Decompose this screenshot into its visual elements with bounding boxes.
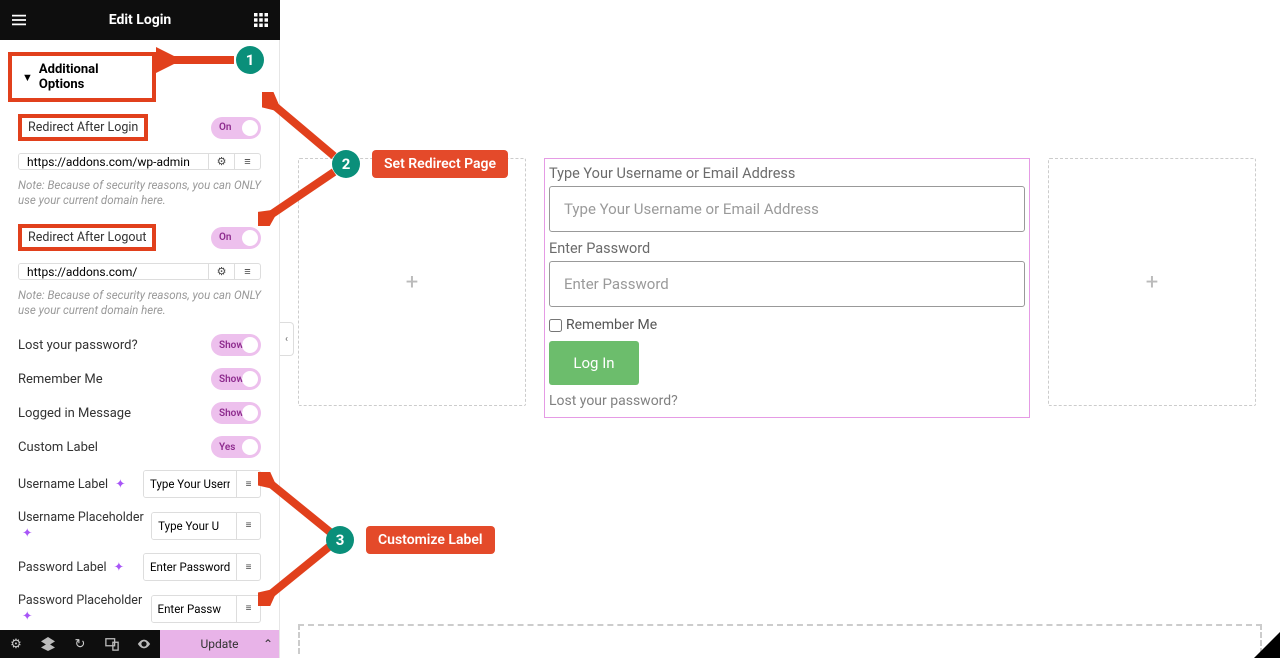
collapse-panel-button[interactable]: ‹: [280, 322, 294, 356]
redirect-logout-url-input[interactable]: [19, 264, 208, 279]
dynamic-icon[interactable]: ≡: [234, 154, 260, 169]
remember-me-label: Remember Me: [18, 372, 103, 387]
gear-icon[interactable]: ⚙: [208, 154, 234, 169]
settings-icon[interactable]: ⚙: [0, 630, 32, 658]
remember-me-toggle[interactable]: Show: [211, 368, 261, 390]
redirect-after-logout-label: Redirect After Logout: [18, 224, 156, 251]
ai-icon[interactable]: ✦: [22, 609, 32, 624]
dynamic-icon[interactable]: ≡: [236, 554, 260, 580]
update-button[interactable]: Update ⌃: [160, 630, 279, 658]
redirect-login-url-input[interactable]: [19, 154, 208, 169]
menu-icon[interactable]: [10, 11, 28, 29]
lost-password-label: Lost your password?: [18, 338, 138, 353]
preview-remember-checkbox[interactable]: [549, 319, 562, 332]
annotation-badge-3: 3: [326, 526, 354, 554]
history-icon[interactable]: ↻: [64, 630, 96, 658]
annotation-label-redirect: Set Redirect Page: [372, 150, 508, 178]
username-label-caption: Username Label: [18, 477, 108, 492]
redirect-logout-toggle[interactable]: On: [211, 227, 261, 249]
password-label-input[interactable]: [144, 554, 236, 580]
preview-canvas: + Type Your Username or Email Address Ty…: [280, 0, 1280, 658]
responsive-icon[interactable]: [96, 630, 128, 658]
logged-in-message-label: Logged in Message: [18, 406, 131, 421]
preview-password-input[interactable]: Enter Password: [549, 261, 1025, 307]
dynamic-icon[interactable]: ≡: [236, 513, 260, 539]
caret-down-icon: ▼: [22, 71, 33, 84]
login-widget[interactable]: Type Your Username or Email Address Type…: [544, 158, 1030, 418]
redirect-login-note: Note: Because of security reasons, you c…: [0, 176, 279, 218]
annotation-badge-2: 2: [332, 150, 360, 178]
ai-icon[interactable]: ✦: [22, 526, 32, 541]
ai-icon[interactable]: ✦: [114, 560, 124, 575]
custom-label-label: Custom Label: [18, 440, 98, 455]
annotation-badge-1: 1: [236, 46, 264, 74]
username-label-input[interactable]: [144, 471, 236, 497]
password-placeholder-caption: Password Placeholder: [18, 593, 142, 608]
dynamic-icon[interactable]: ≡: [236, 596, 260, 622]
username-placeholder-caption: Username Placeholder: [18, 510, 144, 525]
preview-login-button[interactable]: Log In: [549, 341, 639, 385]
ai-icon[interactable]: ✦: [115, 477, 125, 492]
lost-password-toggle[interactable]: Show: [211, 334, 261, 356]
password-placeholder-input[interactable]: [152, 596, 236, 622]
editor-topbar: Edit Login: [0, 0, 280, 40]
apps-icon[interactable]: [252, 11, 270, 29]
additional-options-accordion[interactable]: ▼ Additional Options: [8, 52, 156, 102]
logged-in-message-toggle[interactable]: Show: [211, 402, 261, 424]
redirect-logout-url-group: ⚙ ≡: [18, 263, 261, 280]
dynamic-icon[interactable]: ≡: [236, 471, 260, 497]
password-label-caption: Password Label: [18, 560, 107, 575]
corner-resize-icon: [1254, 632, 1280, 658]
preview-remember-label: Remember Me: [566, 317, 657, 333]
redirect-after-login-label: Redirect After Login: [18, 114, 148, 141]
gear-icon[interactable]: ⚙: [208, 264, 234, 279]
sidebar: ▼ Additional Options Redirect After Logi…: [0, 40, 280, 658]
redirect-login-toggle[interactable]: On: [211, 117, 261, 139]
preview-username-input[interactable]: Type Your Username or Email Address: [549, 186, 1025, 232]
preview-username-label: Type Your Username or Email Address: [545, 165, 1029, 184]
editor-bottombar: ⚙ ↻ Update ⌃: [0, 630, 279, 658]
add-widget-right[interactable]: +: [1048, 158, 1256, 406]
annotation-label-customize: Customize Label: [366, 526, 495, 554]
username-placeholder-input[interactable]: [152, 513, 236, 539]
redirect-logout-note: Note: Because of security reasons, you c…: [0, 286, 279, 328]
page-title: Edit Login: [28, 12, 252, 28]
preview-password-label: Enter Password: [545, 240, 1029, 259]
preview-lost-password-link[interactable]: Lost your password?: [545, 393, 1029, 409]
add-section-area[interactable]: [298, 624, 1262, 654]
redirect-login-url-group: ⚙ ≡: [18, 153, 261, 170]
chevron-up-icon[interactable]: ⌃: [263, 637, 273, 651]
navigator-icon[interactable]: [32, 630, 64, 658]
preview-icon[interactable]: [128, 630, 160, 658]
custom-label-toggle[interactable]: Yes: [211, 436, 261, 458]
accordion-label: Additional Options: [39, 62, 142, 92]
dynamic-icon[interactable]: ≡: [234, 264, 260, 279]
